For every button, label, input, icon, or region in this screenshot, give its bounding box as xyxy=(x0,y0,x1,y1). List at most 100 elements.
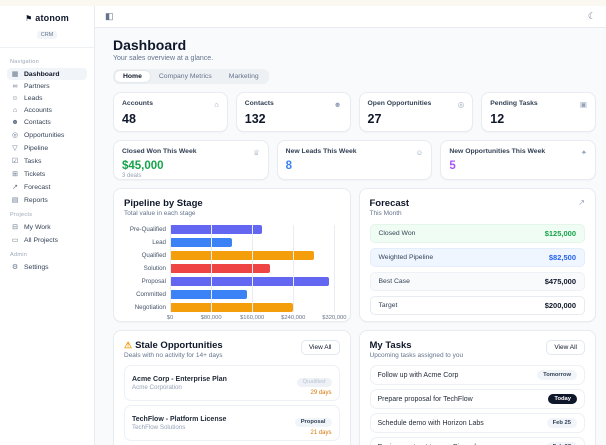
stale-opportunities-list: Acme Corp - Enterprise Plan Acme Corporat… xyxy=(124,365,340,445)
sidebar-item-reports[interactable]: ▤ Reports xyxy=(7,194,87,206)
tasks-subtitle: Upcoming tasks assigned to you xyxy=(369,352,464,359)
sidebar-item-partners[interactable]: ∞ Partners xyxy=(7,81,87,92)
days-inactive: 29 days xyxy=(310,390,332,396)
folder-icon: ▭ xyxy=(11,237,19,244)
trending-up-icon: ↗ xyxy=(578,198,585,207)
forecast-row-label: Closed Won xyxy=(378,230,416,237)
stale-opportunity-row[interactable]: TechFlow - Platform License TechFlow Solu… xyxy=(124,405,340,441)
tab-bar: Home Company Metrics Marketing xyxy=(113,69,269,84)
sidebar-item-tasks[interactable]: ☑ Tasks xyxy=(7,155,87,167)
task-title: Prepare proposal for TechFlow xyxy=(377,395,473,403)
forecast-row-value: $200,000 xyxy=(544,301,576,310)
users-icon: ☻ xyxy=(11,119,19,126)
opportunity-company: Acme Corporation xyxy=(132,383,182,391)
sidebar-item-all-projects[interactable]: ▭ All Projects xyxy=(7,234,87,246)
chart-x-tick: $240,000 xyxy=(281,315,306,321)
sidebar-item-label: Forecast xyxy=(24,183,51,191)
main-area: ◧ ☾ Dashboard Your sales overview at a g… xyxy=(95,6,606,445)
nav-section-label: Projects xyxy=(10,212,33,218)
sidebar-item-forecast[interactable]: ↗ Forecast xyxy=(7,181,87,193)
forecast-row-target: Target $200,000 xyxy=(369,296,585,315)
sidebar-item-my-work[interactable]: ⊟ My Work xyxy=(7,221,87,233)
chart-bar-solution xyxy=(170,264,271,273)
days-inactive: 21 days xyxy=(310,430,332,436)
tab-home[interactable]: Home xyxy=(115,71,150,82)
stale-view-all-button[interactable]: View All xyxy=(300,340,340,355)
stat-value: 12 xyxy=(490,112,505,126)
sidebar-item-settings[interactable]: ⚙ Settings xyxy=(7,261,87,273)
chart-bar-negotiation xyxy=(170,303,294,312)
sidebar: ⚑ atonom CRM Navigation ▦ Dashboard ∞ Partne… xyxy=(0,6,95,445)
chart-gridline xyxy=(293,225,295,312)
stat-label: Accounts xyxy=(122,100,153,107)
chart-x-axis: $0 $80,000 $160,000 $240,000 $320,000 xyxy=(167,312,347,321)
stat-card-accounts: Accounts ⌂ 48 xyxy=(113,92,228,132)
sparkles-icon: ✦ xyxy=(580,148,588,157)
chart-category-label: Qualified xyxy=(141,252,166,259)
forecast-subtitle: This Month xyxy=(369,210,402,217)
task-row[interactable]: Follow up with Acme Corp Tomorrow xyxy=(369,365,585,385)
sidebar-item-label: Tasks xyxy=(24,157,42,165)
nav-section-label: Navigation xyxy=(10,59,39,65)
stage-badge: Qualified xyxy=(296,377,332,387)
sidebar-item-label: Leads xyxy=(24,95,43,102)
sidebar-toggle-icon[interactable]: ◧ xyxy=(105,12,114,21)
target-icon: ◎ xyxy=(11,132,19,139)
opportunity-title: TechFlow - Platform License xyxy=(132,415,227,423)
chart-plot-area: $0 $80,000 $160,000 $240,000 $320,000 xyxy=(167,225,347,321)
sidebar-item-label: Tickets xyxy=(24,170,46,178)
stat-value: 132 xyxy=(244,112,266,126)
partners-icon: ∞ xyxy=(12,83,18,90)
chart-gridline xyxy=(170,225,171,312)
tab-company-metrics[interactable]: Company Metrics xyxy=(151,71,220,82)
chart-bar-row xyxy=(170,238,340,247)
logo-block: ⚑ atonom CRM xyxy=(0,6,94,48)
page-subtitle: Your sales overview at a glance. xyxy=(113,55,214,62)
screen: ⚑ atonom CRM Navigation ▦ Dashboard ∞ Partne… xyxy=(0,0,606,445)
forecast-row-label: Weighted Pipeline xyxy=(378,254,434,261)
task-row[interactable]: Review contract terms - PinnacleFeb 27 xyxy=(369,437,585,445)
week-card-new-leads-this-week: New Leads This Week ☺ 8 xyxy=(276,140,433,180)
sidebar-item-tickets[interactable]: ⊞ Tickets xyxy=(7,168,87,180)
sidebar-item-label: Contacts xyxy=(24,119,51,126)
sidebar-item-label: All Projects xyxy=(24,236,58,244)
chart-gridline xyxy=(252,225,254,312)
stat-label: Contacts xyxy=(244,100,274,107)
week-card-label: New Leads This Week xyxy=(285,148,357,155)
page-title: Dashboard xyxy=(113,37,187,53)
sidebar-item-leads[interactable]: ☺ Leads xyxy=(7,93,87,104)
sidebar-item-dashboard[interactable]: ▦ Dashboard xyxy=(7,68,87,80)
stale-title: Stale Opportunities xyxy=(135,340,223,351)
chart-x-tick: $320,000 xyxy=(322,315,347,321)
week-card-value: 8 xyxy=(285,160,293,172)
forecast-row-value: $125,000 xyxy=(544,229,576,238)
sidebar-item-contacts[interactable]: ☻ Contacts xyxy=(7,117,87,128)
theme-toggle-icon[interactable]: ☾ xyxy=(588,12,596,21)
task-row[interactable]: Prepare proposal for TechFlow Today xyxy=(369,389,585,409)
stat-card-pending-tasks: Pending Tasks ▣ 12 xyxy=(481,92,596,132)
stat-value: 48 xyxy=(122,112,136,126)
tab-marketing[interactable]: Marketing xyxy=(221,71,267,82)
stat-label: Pending Tasks xyxy=(490,100,538,107)
tasks-view-all-button[interactable]: View All xyxy=(546,340,585,355)
chart-category-labels: Pre-Qualified Lead Qualified Solution Propos… xyxy=(124,225,170,321)
sidebar-item-label: Reports xyxy=(24,196,48,204)
trending-up-icon: ↗ xyxy=(12,184,18,191)
week-card-value: 5 xyxy=(449,160,456,172)
sidebar-item-accounts[interactable]: ⌂ Accounts xyxy=(7,105,87,116)
sidebar-item-label: Accounts xyxy=(24,107,52,114)
task-row[interactable]: Schedule demo with Horizon Labs Feb 25 xyxy=(369,413,585,433)
stale-opportunity-row[interactable]: Acme Corp - Enterprise Plan Acme Corporat… xyxy=(124,365,340,401)
chart-x-tick: $160,000 xyxy=(240,315,265,321)
user-plus-icon: ☺ xyxy=(11,95,19,102)
logo-name: atonom xyxy=(35,13,69,23)
stat-label: Open Opportunities xyxy=(367,100,432,107)
forecast-row-label: Best Case xyxy=(378,278,410,285)
chart-bar-committed xyxy=(170,290,248,299)
sidebar-item-label: Dashboard xyxy=(24,70,60,78)
sidebar-item-opportunities[interactable]: ◎ Opportunities xyxy=(7,129,87,141)
pipeline-title: Pipeline by Stage xyxy=(124,198,203,209)
chart-category-label: Proposal xyxy=(141,278,166,285)
task-due-badge: Feb 25 xyxy=(546,418,577,428)
sidebar-item-pipeline[interactable]: ▽ Pipeline xyxy=(7,142,87,154)
